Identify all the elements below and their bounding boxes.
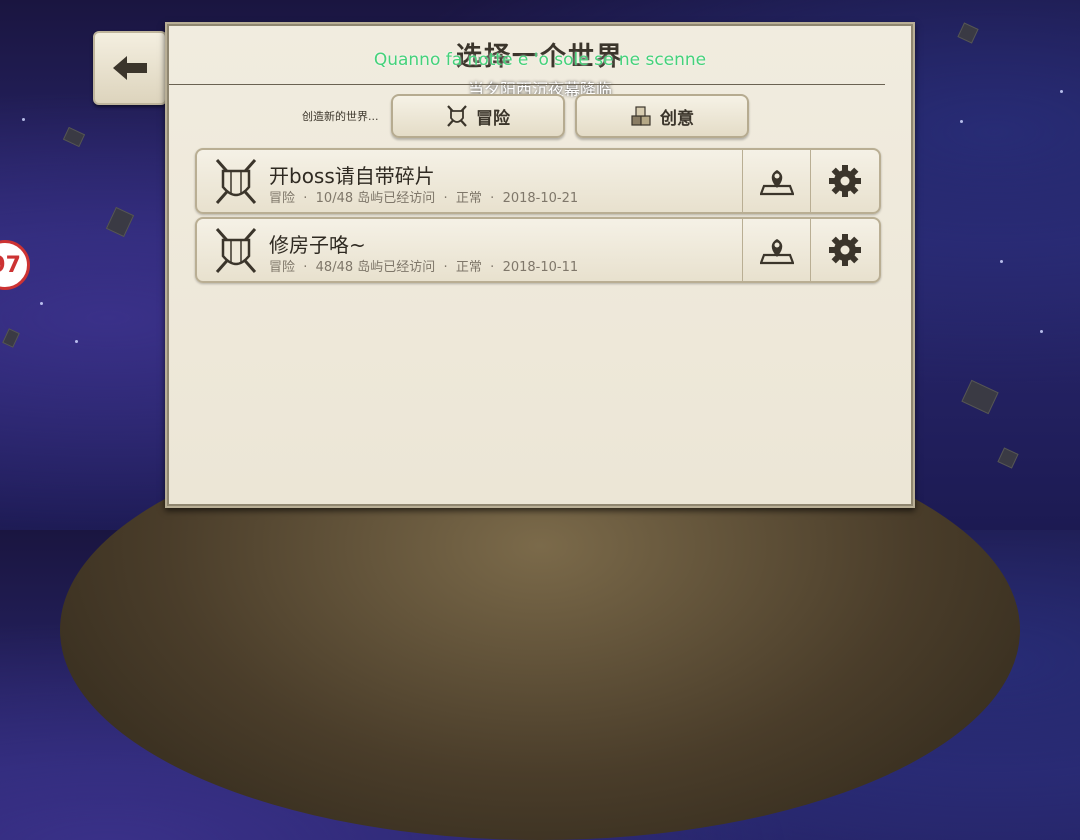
star (40, 302, 43, 305)
world-meta: 冒险 · 48/48 岛屿已经访问 · 正常 · 2018-10-11 (269, 260, 579, 275)
adventure-label: 冒险 (476, 108, 510, 129)
debris (62, 126, 86, 148)
star (1040, 330, 1043, 333)
star (22, 118, 25, 121)
gear-icon (829, 234, 861, 266)
map-pin-icon (760, 239, 794, 265)
creative-label: 创意 (660, 108, 694, 129)
debris (997, 447, 1019, 469)
map-pin-icon (760, 170, 794, 196)
create-world-label: 创造新的世界... (302, 110, 379, 123)
debris (961, 379, 999, 415)
shield-swords-icon (215, 159, 257, 204)
star (75, 340, 78, 343)
world-row[interactable]: 开boss请自带碎片 冒险 · 10/48 岛屿已经访问 · 正常 · 2018… (195, 148, 881, 214)
world-name: 开boss请自带碎片 (269, 164, 435, 188)
subtitle-line-1: Quanno fa notte e 'o sole se ne scenne (373, 50, 707, 70)
world-select-panel: 选择一个世界 Quanno fa notte e 'o sole se ne s… (165, 22, 915, 508)
world-settings-button[interactable] (810, 219, 879, 281)
shield-swords-icon (447, 105, 467, 127)
badge-count: 97 (0, 252, 21, 278)
world-name: 修房子咯~ (269, 233, 366, 257)
gear-icon (829, 165, 861, 197)
star (1000, 260, 1003, 263)
title-divider (169, 84, 885, 85)
world-map-button[interactable] (742, 150, 811, 212)
world-list: 开boss请自带碎片 冒险 · 10/48 岛屿已经访问 · 正常 · 2018… (195, 148, 881, 286)
creative-button[interactable]: 创意 (575, 94, 749, 138)
star (1060, 90, 1063, 93)
back-button[interactable] (93, 31, 167, 105)
back-arrow-icon (113, 56, 147, 80)
adventure-button[interactable]: 冒险 (391, 94, 565, 138)
blocks-icon (631, 106, 651, 126)
debris (2, 328, 20, 348)
notification-badge[interactable]: 97 (0, 240, 30, 290)
star (960, 120, 963, 123)
shield-swords-icon (215, 228, 257, 273)
world-settings-button[interactable] (810, 150, 879, 212)
debris (957, 22, 979, 44)
debris (105, 206, 135, 238)
world-map-button[interactable] (742, 219, 811, 281)
world-row[interactable]: 修房子咯~ 冒险 · 48/48 岛屿已经访问 · 正常 · 2018-10-1… (195, 217, 881, 283)
world-meta: 冒险 · 10/48 岛屿已经访问 · 正常 · 2018-10-21 (269, 191, 579, 206)
